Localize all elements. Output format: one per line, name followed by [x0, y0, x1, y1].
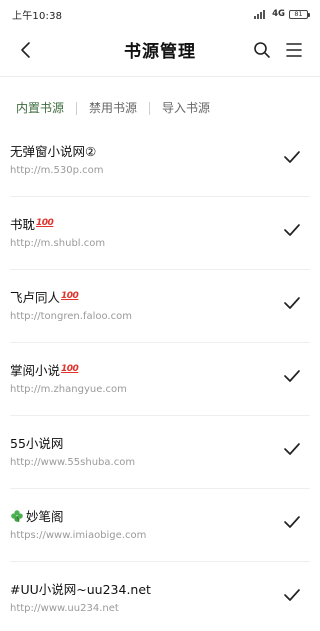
list-item[interactable]: #UU小说网~uu234.net http://www.uu234.net — [10, 562, 310, 631]
source-url: http://m.shubl.com — [10, 238, 106, 249]
source-management-screen: 上午10:38 4G 81 书源管理 内置书源 禁用书源 导入书源 无弹窗小说网… — [0, 0, 320, 631]
status-bar: 上午10:38 4G 81 — [0, 0, 320, 28]
clover-icon — [11, 509, 23, 522]
check-icon[interactable] — [282, 441, 302, 457]
signal-icon — [254, 9, 268, 19]
source-url: http://m.530p.com — [10, 165, 104, 176]
status-indicators: 4G 81 — [254, 9, 310, 19]
check-icon[interactable] — [282, 514, 302, 530]
check-icon[interactable] — [282, 222, 302, 238]
source-url: http://www.55shuba.com — [10, 457, 136, 468]
battery-level: 81 — [294, 9, 303, 18]
source-name: #UU小说网~uu234.net — [10, 582, 151, 597]
list-item[interactable]: 书耽 100 http://m.shubl.com — [10, 197, 310, 270]
source-name-row: 妙笔阁 — [10, 506, 64, 525]
check-icon[interactable] — [282, 368, 302, 384]
source-name-row: 55小说网 — [10, 433, 63, 452]
hundred-points-icon: 100 — [61, 291, 79, 301]
source-name-row: 书耽 100 — [10, 214, 54, 233]
source-url: http://m.zhangyue.com — [10, 384, 127, 395]
check-icon[interactable] — [282, 149, 302, 165]
source-name: 妙笔阁 — [26, 509, 64, 524]
search-button[interactable] — [248, 36, 276, 64]
source-name: 书耽 — [10, 217, 36, 232]
tab-disabled-sources[interactable]: 禁用书源 — [77, 100, 149, 116]
list-item[interactable]: 妙笔阁 https://www.imiaobige.com — [10, 489, 310, 562]
source-name-row: #UU小说网~uu234.net — [10, 579, 151, 598]
hundred-points-icon: 100 — [36, 218, 54, 228]
source-list: 无弹窗小说网② http://m.530p.com 书耽 100 http://… — [0, 124, 320, 631]
hundred-points-icon: 100 — [61, 364, 79, 374]
source-name: 飞卢同人 — [10, 290, 61, 305]
source-name: 掌阅小说 — [10, 363, 61, 378]
tab-builtin-sources[interactable]: 内置书源 — [16, 100, 76, 116]
check-icon[interactable] — [282, 587, 302, 603]
source-url: https://www.imiaobige.com — [10, 530, 147, 541]
header-divider — [0, 76, 320, 77]
source-name-row: 无弹窗小说网② — [10, 141, 96, 160]
tab-import-sources[interactable]: 导入书源 — [150, 100, 222, 116]
list-item[interactable]: 55小说网 http://www.55shuba.com — [10, 416, 310, 489]
battery-icon: 81 — [289, 9, 310, 19]
list-item[interactable]: 飞卢同人 100 http://tongren.faloo.com — [10, 270, 310, 343]
source-tabs: 内置书源 禁用书源 导入书源 — [0, 96, 320, 120]
source-name-row: 掌阅小说 100 — [10, 360, 79, 379]
source-url: http://www.uu234.net — [10, 603, 119, 614]
list-item[interactable]: 掌阅小说 100 http://m.zhangyue.com — [10, 343, 310, 416]
source-name-row: 飞卢同人 100 — [10, 287, 79, 306]
menu-icon — [286, 43, 302, 57]
search-icon — [254, 42, 270, 58]
menu-button[interactable] — [280, 36, 308, 64]
check-icon[interactable] — [282, 295, 302, 311]
network-label: 4G — [272, 9, 285, 19]
source-name: 55小说网 — [10, 436, 64, 451]
status-time: 上午10:38 — [12, 10, 63, 22]
source-url: http://tongren.faloo.com — [10, 311, 132, 322]
list-item[interactable]: 无弹窗小说网② http://m.530p.com — [10, 124, 310, 197]
top-bar: 书源管理 — [0, 30, 320, 70]
source-name: 无弹窗小说网② — [10, 144, 97, 159]
